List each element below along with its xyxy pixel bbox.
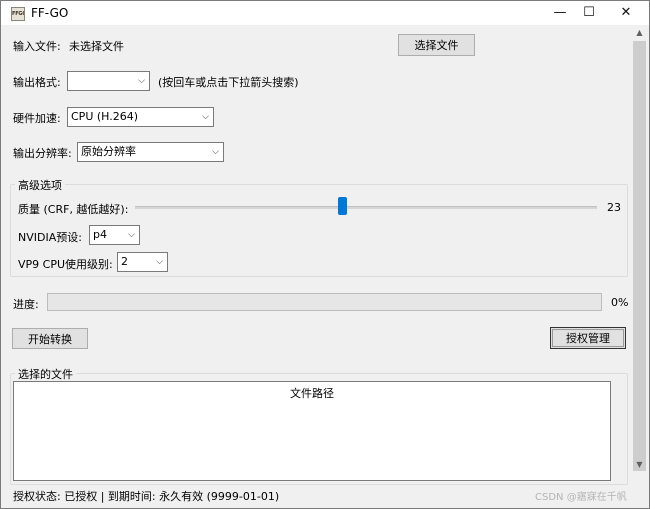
hardware-accel-combobox[interactable]: CPU (H.264) ⌵ [67, 107, 214, 127]
select-file-button[interactable]: 选择文件 [398, 34, 475, 56]
nvidia-preset-value: p4 [93, 228, 107, 241]
vp9-cpu-combobox[interactable]: 2 ⌵ [117, 252, 168, 272]
input-file-label: 输入文件: [13, 40, 61, 53]
app-window: FFGO FF-GO — ☐ ✕ 输入文件: 未选择文件 选择文件 输出格式: … [0, 0, 650, 509]
quality-slider-track[interactable] [135, 206, 597, 209]
progress-bar [47, 293, 602, 311]
license-status-text: 授权状态: 已授权 | 到期时间: 永久有效 (9999-01-01) [13, 490, 280, 503]
advanced-options-title: 高级选项 [15, 177, 65, 193]
chevron-down-icon: ⌵ [212, 147, 219, 157]
license-management-button[interactable]: 授权管理 [550, 327, 626, 349]
output-resolution-combobox[interactable]: 原始分辨率 ⌵ [77, 142, 224, 162]
scrollbar-thumb[interactable] [633, 41, 646, 471]
output-format-hint: (按回车或点击下拉箭头搜索) [158, 76, 299, 89]
selected-files-title: 选择的文件 [15, 366, 76, 382]
nvidia-preset-combobox[interactable]: p4 ⌵ [89, 225, 140, 245]
vp9-cpu-label: VP9 CPU使用级别: [18, 258, 113, 271]
chevron-down-icon: ⌵ [128, 230, 135, 240]
scroll-down-icon[interactable]: ▼ [631, 460, 648, 469]
nvidia-preset-label: NVIDIA预设: [18, 231, 82, 244]
quality-slider-thumb[interactable] [338, 197, 347, 215]
title-bar: FFGO FF-GO — ☐ ✕ [1, 1, 649, 25]
vp9-cpu-value: 2 [121, 255, 128, 268]
window-title: FF-GO [31, 6, 69, 20]
start-convert-button[interactable]: 开始转换 [12, 328, 88, 349]
progress-percent: 0% [611, 296, 629, 309]
chevron-down-icon: ⌵ [138, 76, 145, 86]
output-format-combobox[interactable]: ⌵ [67, 71, 150, 91]
scroll-up-icon[interactable]: ▲ [631, 28, 648, 37]
output-resolution-value: 原始分辨率 [81, 145, 136, 158]
file-path-column-header[interactable]: 文件路径 [14, 385, 610, 401]
quality-value: 23 [607, 201, 621, 214]
output-resolution-label: 输出分辨率: [13, 147, 72, 160]
progress-label: 进度: [13, 298, 39, 311]
hardware-accel-label: 硬件加速: [13, 112, 61, 125]
hardware-accel-value: CPU (H.264) [71, 110, 139, 123]
input-file-value: 未选择文件 [69, 40, 124, 53]
app-logo-icon: FFGO [11, 7, 25, 21]
output-format-label: 输出格式: [13, 76, 61, 89]
chevron-down-icon: ⌵ [202, 112, 209, 122]
csdn-watermark: CSDN @寤寐在千帆 [535, 492, 627, 503]
file-list[interactable]: 文件路径 [13, 381, 611, 481]
chevron-down-icon: ⌵ [156, 257, 163, 267]
maximize-button[interactable]: ☐ [569, 1, 609, 25]
window-vertical-scrollbar[interactable]: ▲ [631, 25, 648, 472]
quality-label: 质量 (CRF, 越低越好): [18, 203, 129, 216]
close-button[interactable]: ✕ [606, 1, 646, 25]
